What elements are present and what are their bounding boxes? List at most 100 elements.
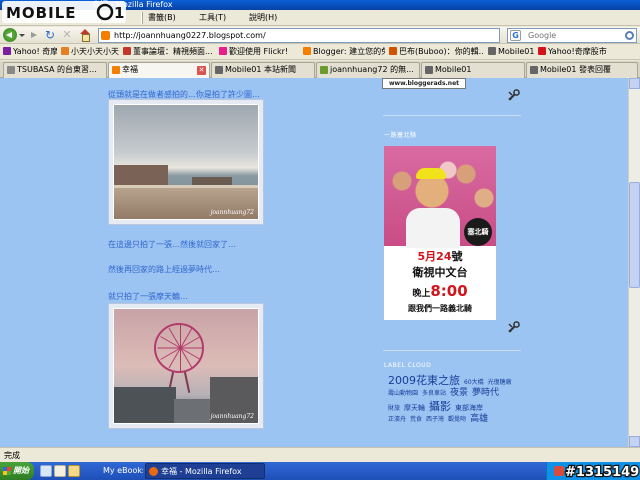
poster-shirt xyxy=(406,208,460,248)
browser-tab[interactable]: Mobile01 xyxy=(421,62,525,78)
poster-slogan: 跟我們一路義北騎 xyxy=(408,304,472,313)
bookmark-item[interactable]: 巴布(Buboo)：你的輯... xyxy=(389,47,484,57)
scroll-down-button[interactable] xyxy=(629,436,640,447)
browser-tab[interactable]: Mobile01 本站新聞 xyxy=(211,62,315,78)
label-cloud-row: 壽山動物園 多良車站 夜景 夢時代 xyxy=(388,385,522,398)
poster-time: 晚上8:00 xyxy=(412,282,468,300)
navigation-toolbar: ↻ ✕ http://joannhuang0227.blogspot.com/ … xyxy=(0,27,640,44)
post-caption-link[interactable]: 就只拍了一張摩天輪… xyxy=(108,291,188,302)
scroll-up-button[interactable] xyxy=(629,78,640,89)
label-cloud-tag[interactable]: 夢時代 xyxy=(472,385,499,398)
firefox-icon xyxy=(149,467,158,476)
label-cloud-tag[interactable]: 壽山動物園 xyxy=(388,388,418,397)
history-dropdown-icon[interactable] xyxy=(19,34,25,37)
bookmark-item[interactable]: 歡迎使用 Flickr! xyxy=(219,47,299,57)
reload-button[interactable]: ↻ xyxy=(43,28,57,42)
search-engine-icon[interactable]: G xyxy=(510,30,521,41)
search-box[interactable]: G xyxy=(507,28,637,43)
post-caption-link[interactable]: 在這邊只拍了一張…然後就回家了… xyxy=(108,239,236,250)
menu-tools[interactable]: 工具(T) xyxy=(199,13,226,23)
windows-taskbar: 開始 My eBooks 幸福 - Mozilla Firefox xyxy=(0,462,640,480)
bookmark-favicon-icon xyxy=(303,47,311,55)
poster-helmet xyxy=(416,168,446,179)
sidebar-heading: 一路塞北騎 xyxy=(384,132,417,139)
menu-bookmarks[interactable]: 書籤(B) xyxy=(148,13,176,23)
tab-strip: TSUBASA 的台東習... 幸福 ✕ Mobile01 本站新聞 joannh… xyxy=(0,61,640,79)
forward-button[interactable] xyxy=(27,28,41,42)
menu-grip xyxy=(141,12,143,24)
bookmark-favicon-icon xyxy=(538,47,546,55)
photo-building xyxy=(114,387,176,423)
ferris-wheel xyxy=(154,323,204,373)
post-number-watermark: #1315149 xyxy=(564,464,640,480)
browser-tab[interactable]: Mobile01 發表回覆 xyxy=(526,62,638,78)
bookmark-favicon-icon xyxy=(219,47,227,55)
bookmark-item[interactable]: 小天小天小天 xyxy=(61,47,119,57)
poster-date: 5月24號 xyxy=(417,250,463,263)
post-photo-frame[interactable]: joannhuang72 xyxy=(108,99,264,225)
mobile01-logo: MOBILE 1 xyxy=(2,1,126,23)
label-cloud-tag[interactable]: 高雄 xyxy=(470,411,488,424)
quick-launch-icon[interactable] xyxy=(68,465,80,477)
browser-tab[interactable]: TSUBASA 的台東習... xyxy=(3,62,107,78)
close-tab-icon[interactable]: ✕ xyxy=(197,66,206,75)
start-button[interactable]: 開始 xyxy=(0,462,34,480)
label-cloud-tag[interactable]: 西子灣 xyxy=(426,414,444,423)
bookmark-favicon-icon xyxy=(123,47,131,55)
bloggerads-text: www.bloggerads.net xyxy=(388,80,460,87)
label-cloud-tag[interactable]: 夜景 xyxy=(450,385,468,398)
menu-help[interactable]: 說明(H) xyxy=(249,13,277,23)
windows-flag-icon xyxy=(3,467,11,475)
photo-ledge xyxy=(114,185,258,188)
browser-tab[interactable]: joannhuang72 的無... xyxy=(316,62,420,78)
photo-watermark: joannhuang72 xyxy=(210,209,254,216)
bloggerads-banner[interactable]: www.bloggerads.net xyxy=(382,78,466,89)
site-favicon-icon xyxy=(101,31,110,40)
post-caption-link[interactable]: 然後再回家的路上經過夢時代… xyxy=(108,264,220,275)
tab-favicon-icon xyxy=(7,66,15,74)
show-desktop-icon[interactable] xyxy=(40,465,52,477)
bookmarks-toolbar: Yahoo! 奇摩 小天小天小天 董事論壇：精視頻面... 歡迎使用 Flick… xyxy=(0,44,640,60)
taskbar-item[interactable]: My eBooks xyxy=(99,463,143,479)
sidebar-divider xyxy=(383,350,521,351)
post-photo-frame[interactable]: joannhuang72 xyxy=(108,303,264,429)
bookmark-favicon-icon xyxy=(61,47,69,55)
photo-watermark: joannhuang72 xyxy=(210,413,254,420)
event-poster[interactable]: 塞北騎 5月24號 衛視中文台 晚上8:00 跟我們一路義北騎 xyxy=(384,146,496,320)
seaside-rooftop-photo: joannhuang72 xyxy=(113,104,259,220)
back-button[interactable] xyxy=(3,28,25,42)
bookmark-item[interactable]: Blogger: 建立您的免... xyxy=(303,47,385,57)
taskbar-item-active[interactable]: 幸福 - Mozilla Firefox xyxy=(145,463,265,479)
search-icon[interactable] xyxy=(625,31,634,40)
bookmark-item[interactable]: 董事論壇：精視頻面... xyxy=(123,47,215,57)
status-text: 完成 xyxy=(4,451,20,460)
back-arrow-icon xyxy=(3,28,17,42)
label-cloud-tag[interactable]: 荒食 xyxy=(410,414,422,423)
svg-text:1: 1 xyxy=(114,4,124,22)
address-text[interactable]: http://joannhuang0227.blogspot.com/ xyxy=(114,29,454,42)
tab-favicon-icon xyxy=(112,66,120,74)
bookmark-favicon-icon xyxy=(3,47,11,55)
bookmark-item[interactable]: Mobile01 xyxy=(488,47,534,57)
browser-tab-active[interactable]: 幸福 ✕ xyxy=(108,62,210,79)
tab-favicon-icon xyxy=(530,66,538,74)
tab-favicon-icon xyxy=(320,66,328,74)
quick-launch-icon[interactable] xyxy=(54,465,66,477)
label-cloud-tag[interactable]: 觀覺吻 xyxy=(448,414,466,423)
label-cloud-tag[interactable]: 多良車站 xyxy=(422,388,446,397)
search-input[interactable] xyxy=(528,29,624,42)
sidebar-divider xyxy=(383,115,521,116)
poster-channel: 衛視中文台 xyxy=(412,266,468,279)
svg-text:#1315149: #1315149 xyxy=(565,465,639,480)
home-button[interactable] xyxy=(78,28,92,42)
address-bar[interactable]: http://joannhuang0227.blogspot.com/ ★ xyxy=(98,28,595,43)
bookmark-favicon-icon xyxy=(488,47,496,55)
page-scrollbar[interactable] xyxy=(628,78,640,447)
wrench-icon[interactable] xyxy=(507,88,521,102)
stop-button[interactable]: ✕ xyxy=(60,28,74,42)
label-cloud-tag[interactable]: 正濱舟 xyxy=(388,414,406,423)
bookmark-item[interactable]: Yahoo!奇摩股市 xyxy=(538,47,638,57)
wrench-icon[interactable] xyxy=(507,320,521,334)
bookmark-item[interactable]: Yahoo! 奇摩 xyxy=(3,47,57,57)
scrollbar-thumb[interactable] xyxy=(629,182,640,288)
